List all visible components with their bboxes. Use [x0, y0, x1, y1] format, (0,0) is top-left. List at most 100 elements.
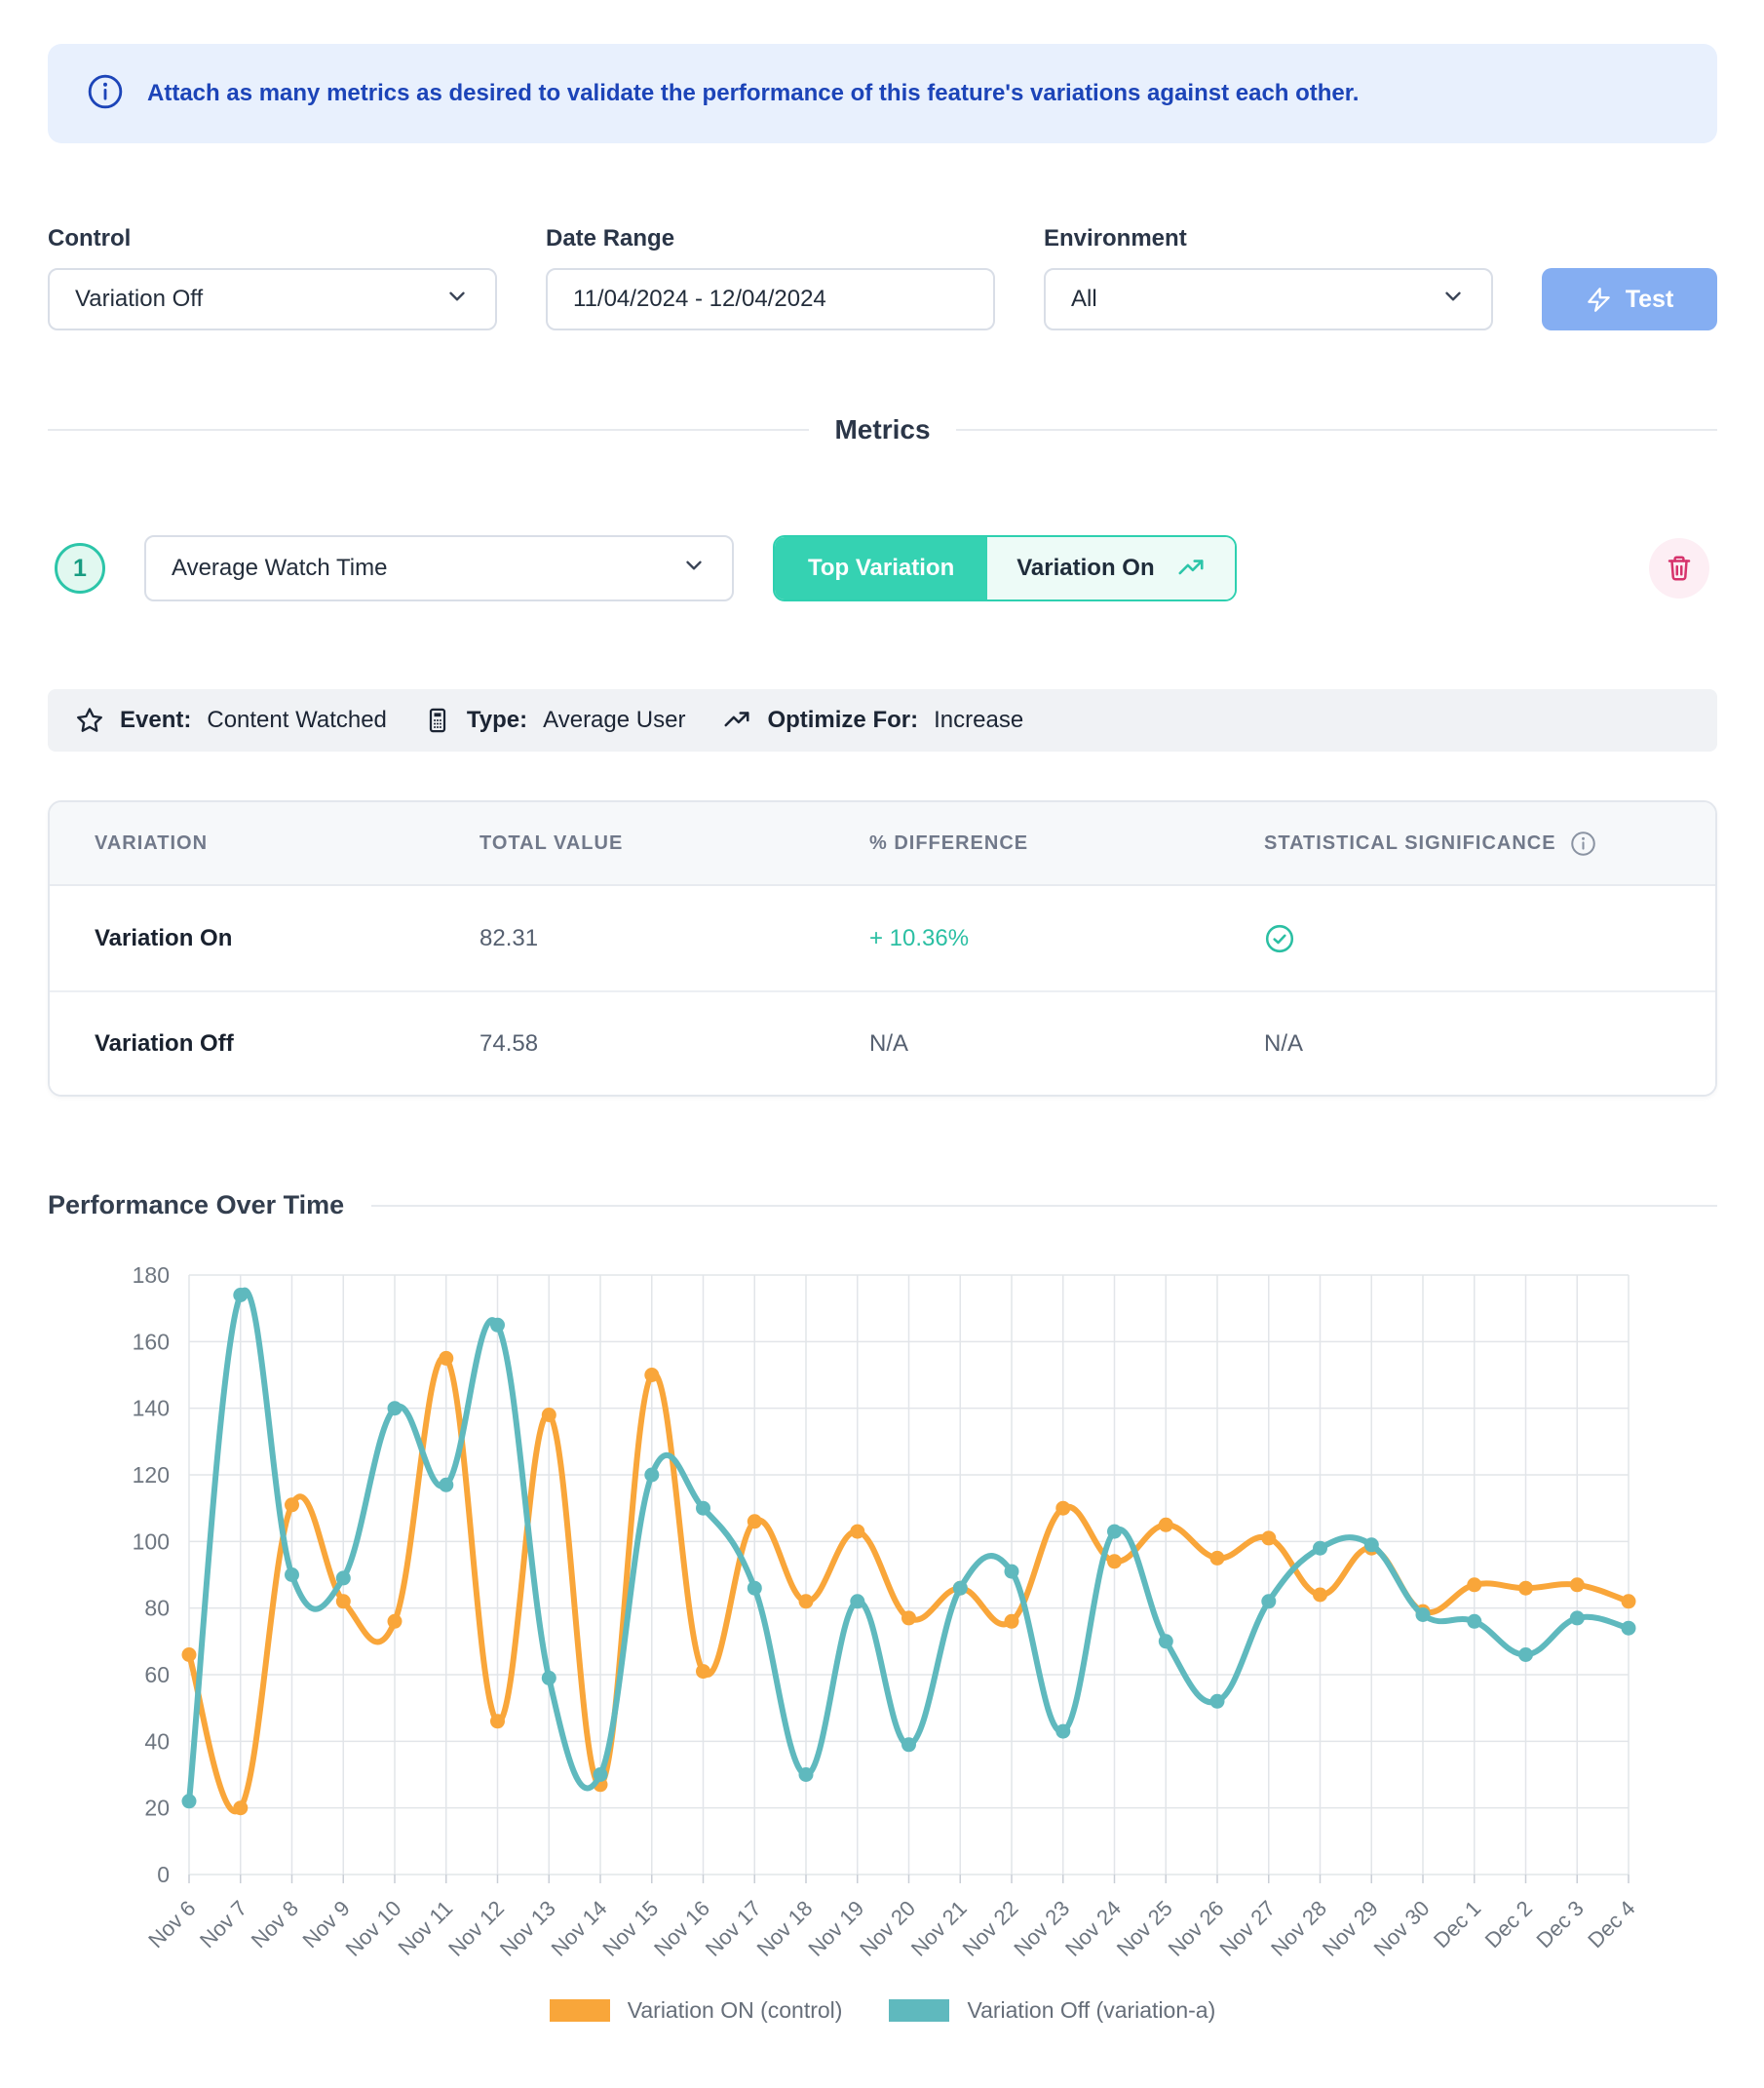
event-group: Event: Content Watched [75, 706, 387, 735]
divider-line [371, 1205, 1717, 1207]
svg-text:20: 20 [144, 1796, 170, 1821]
trending-up-icon [1176, 554, 1206, 583]
test-button-label: Test [1626, 286, 1674, 314]
optimize-value: Increase [934, 707, 1023, 734]
type-label: Type: [467, 707, 527, 734]
svg-text:0: 0 [157, 1862, 170, 1887]
svg-text:Nov 12: Nov 12 [443, 1896, 509, 1961]
svg-text:40: 40 [144, 1728, 170, 1754]
metrics-section-divider: Metrics [48, 414, 1717, 445]
row-total-value: 74.58 [479, 1030, 869, 1058]
svg-text:Nov 25: Nov 25 [1112, 1896, 1177, 1961]
optimize-group: Optimize For: Increase [722, 706, 1023, 735]
svg-text:Nov 15: Nov 15 [597, 1896, 663, 1961]
chart-legend: Variation ON (control) Variation Off (va… [48, 1997, 1717, 2024]
svg-text:Nov 8: Nov 8 [247, 1896, 303, 1953]
header-total-value: TOTAL VALUE [479, 832, 869, 855]
control-field: Control Variation Off [48, 225, 497, 330]
metrics-panel: Attach as many metrics as desired to val… [0, 0, 1764, 2053]
environment-select-value: All [1071, 286, 1097, 313]
check-circle-icon [1264, 923, 1715, 954]
svg-text:Nov 17: Nov 17 [701, 1896, 766, 1961]
divider-line [956, 429, 1717, 431]
control-label: Control [48, 225, 497, 252]
metric-row: 1 Average Watch Time Top Variation Varia… [48, 535, 1717, 601]
chart-title-row: Performance Over Time [48, 1190, 1717, 1220]
svg-text:60: 60 [144, 1662, 170, 1687]
date-range-input[interactable]: 11/04/2024 - 12/04/2024 [546, 268, 995, 330]
svg-text:Nov 6: Nov 6 [143, 1896, 200, 1953]
legend-swatch-orange [550, 1999, 610, 2022]
svg-text:Dec 4: Dec 4 [1583, 1896, 1639, 1953]
table-header-row: VARIATION TOTAL VALUE % DIFFERENCE STATI… [50, 802, 1715, 886]
row-variation-name: Variation On [95, 925, 479, 952]
banner-text: Attach as many metrics as desired to val… [147, 80, 1359, 107]
svg-text:Nov 22: Nov 22 [958, 1896, 1023, 1961]
chevron-down-icon [681, 553, 707, 585]
metric-summary-bar: Event: Content Watched Type: Average Use… [48, 689, 1717, 752]
svg-text:Nov 20: Nov 20 [855, 1896, 920, 1961]
legend-label: Variation ON (control) [628, 1997, 843, 2024]
svg-text:Nov 30: Nov 30 [1369, 1896, 1435, 1961]
info-banner: Attach as many metrics as desired to val… [48, 44, 1717, 143]
legend-item-variation-off[interactable]: Variation Off (variation-a) [889, 1997, 1215, 2024]
line-chart: 020406080100120140160180Nov 6Nov 7Nov 8N… [48, 1238, 1717, 1991]
svg-text:Nov 29: Nov 29 [1318, 1896, 1383, 1961]
control-select[interactable]: Variation Off [48, 268, 497, 330]
metrics-section-title: Metrics [834, 414, 930, 445]
svg-text:Nov 28: Nov 28 [1266, 1896, 1331, 1961]
test-button[interactable]: Test [1542, 268, 1717, 330]
svg-text:Nov 14: Nov 14 [547, 1896, 612, 1961]
results-table: VARIATION TOTAL VALUE % DIFFERENCE STATI… [48, 800, 1717, 1097]
chart-title: Performance Over Time [48, 1190, 344, 1220]
info-icon[interactable] [1570, 831, 1596, 857]
trash-icon [1665, 554, 1694, 583]
row-variation-name: Variation Off [95, 1030, 479, 1058]
svg-text:160: 160 [133, 1329, 170, 1354]
top-variation-value-label: Variation On [1016, 555, 1154, 582]
star-icon [75, 706, 104, 735]
metric-select[interactable]: Average Watch Time [144, 535, 734, 601]
svg-text:140: 140 [133, 1396, 170, 1421]
table-row: Variation Off 74.58 N/A N/A [50, 990, 1715, 1095]
svg-text:Nov 19: Nov 19 [803, 1896, 868, 1961]
chevron-down-icon [444, 284, 470, 316]
svg-text:100: 100 [133, 1528, 170, 1554]
svg-text:Nov 26: Nov 26 [1164, 1896, 1229, 1961]
svg-text:Nov 18: Nov 18 [752, 1896, 818, 1961]
lightning-icon [1586, 287, 1612, 313]
calculator-icon [424, 707, 451, 734]
legend-item-variation-on[interactable]: Variation ON (control) [550, 1997, 843, 2024]
svg-text:Nov 23: Nov 23 [1009, 1896, 1074, 1961]
row-significance: N/A [1264, 1030, 1715, 1058]
performance-chart: 020406080100120140160180Nov 6Nov 7Nov 8N… [48, 1238, 1717, 2024]
filters-row: Control Variation Off Date Range 11/04/2… [48, 225, 1717, 330]
control-select-value: Variation Off [75, 286, 203, 313]
svg-text:Nov 7: Nov 7 [195, 1896, 251, 1953]
svg-text:Nov 27: Nov 27 [1214, 1896, 1280, 1961]
top-variation-tab[interactable]: Top Variation [775, 537, 987, 599]
event-label: Event: [120, 707, 191, 734]
date-range-value: 11/04/2024 - 12/04/2024 [573, 286, 826, 313]
header-variation: VARIATION [95, 832, 479, 855]
info-icon [87, 73, 124, 115]
top-variation-value[interactable]: Variation On [987, 537, 1234, 599]
environment-field: Environment All [1044, 225, 1493, 330]
svg-text:Nov 10: Nov 10 [341, 1896, 406, 1961]
svg-text:Dec 1: Dec 1 [1429, 1896, 1485, 1953]
header-significance: STATISTICAL SIGNIFICANCE [1264, 831, 1715, 857]
divider-line [48, 429, 809, 431]
row-difference: N/A [869, 1030, 1264, 1058]
chevron-down-icon [1440, 284, 1466, 316]
trending-up-icon [722, 706, 751, 735]
event-value: Content Watched [207, 707, 387, 734]
svg-text:Nov 13: Nov 13 [495, 1896, 560, 1961]
delete-metric-button[interactable] [1649, 538, 1709, 599]
optimize-label: Optimize For: [767, 707, 918, 734]
environment-select[interactable]: All [1044, 268, 1493, 330]
date-range-label: Date Range [546, 225, 995, 252]
row-difference: + 10.36% [869, 925, 1264, 952]
svg-text:80: 80 [144, 1596, 170, 1621]
table-row: Variation On 82.31 + 10.36% [50, 886, 1715, 990]
type-value: Average User [543, 707, 685, 734]
